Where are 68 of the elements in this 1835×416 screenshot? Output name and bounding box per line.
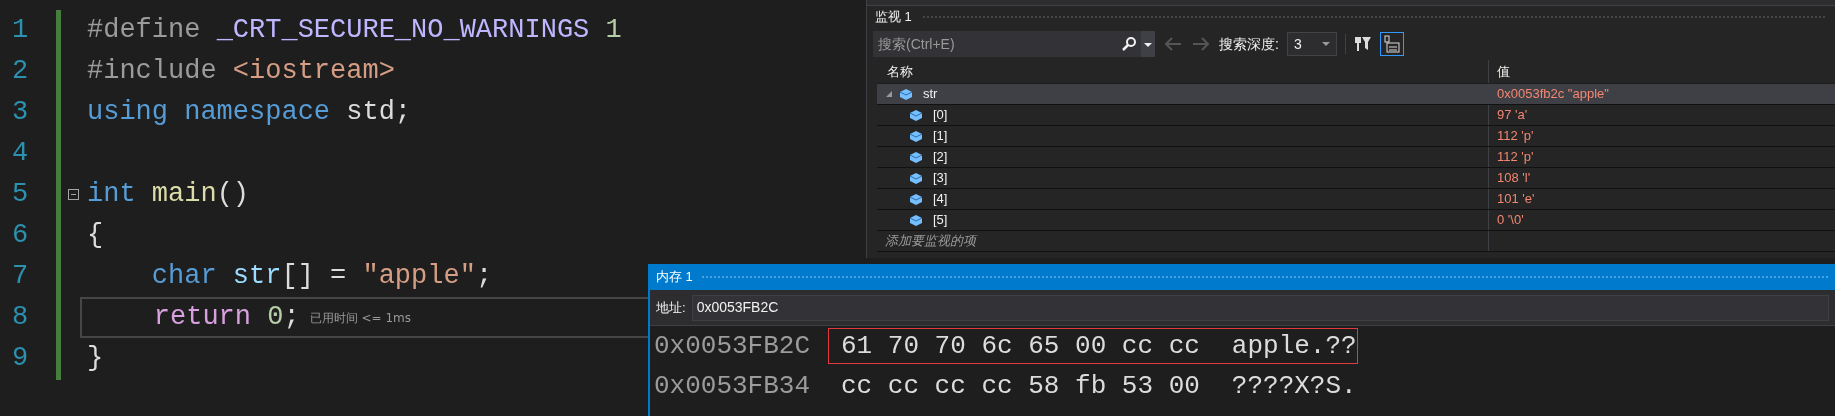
code-line: int main() (87, 178, 250, 212)
variable-name: [5] (933, 211, 948, 230)
cube-icon (909, 172, 923, 184)
line-number: 6 (10, 219, 30, 253)
add-watch-field[interactable]: 添加要监视的项 (877, 231, 1489, 251)
code-line: using namespace std; (87, 96, 412, 130)
memory-address: 0x0053FB2C (653, 329, 812, 363)
depth-label: 搜索深度: (1219, 34, 1279, 54)
depth-dropdown[interactable]: 3 (1286, 32, 1337, 56)
watch-row[interactable]: [0] 97 'a' (877, 105, 1835, 126)
code-line: #define _CRT_SECURE_NO_WARNINGS 1 (87, 14, 622, 48)
panel-title: 监视 1 (875, 8, 912, 27)
cube-icon (909, 130, 923, 142)
caret-icon[interactable] (1141, 31, 1155, 57)
elapsed-time-hint: 已用时间 <= 1ms (309, 309, 411, 327)
variable-value: 0 '\0' (1496, 211, 1525, 230)
variable-name: [2] (933, 148, 948, 167)
memory-text: ????X?S. (1231, 369, 1357, 403)
variable-name: [4] (933, 190, 948, 209)
line-number: 2 (10, 55, 30, 89)
address-field[interactable]: 0x0053FB2C (691, 294, 1829, 321)
variable-name: [0] (933, 106, 948, 125)
line-number: 5 (10, 178, 30, 212)
cube-icon (909, 109, 923, 121)
cube-icon (909, 193, 923, 205)
variable-value: 101 'e' (1496, 190, 1536, 209)
code-line: } (87, 342, 104, 376)
watch-row[interactable]: [4] 101 'e' (877, 189, 1835, 210)
search-icon[interactable] (1121, 36, 1137, 52)
code-line: return 0; (152, 301, 300, 335)
variable-value: 97 'a' (1496, 106, 1529, 125)
memory-address: 0x0053FB34 (653, 369, 812, 403)
line-number: 3 (10, 96, 30, 130)
format-toggle-icon[interactable] (1379, 32, 1404, 56)
variable-value: 112 'p' (1496, 127, 1535, 146)
variable-name: [3] (933, 169, 948, 188)
code-line: char str[] = "apple"; (150, 260, 493, 294)
variable-value: 112 'p' (1496, 148, 1535, 167)
watch-row[interactable]: [2] 112 'p' (877, 147, 1835, 168)
memory-text: apple.?? (1231, 329, 1357, 363)
panel-title: 内存 1 (656, 268, 693, 287)
variable-value: 108 'l' (1496, 169, 1532, 188)
variable-name: str (923, 85, 938, 104)
address-label: 地址: (656, 298, 686, 317)
pin-filter-icon[interactable] (1353, 35, 1372, 53)
watch-row[interactable]: [1] 112 'p' (877, 126, 1835, 147)
caret-icon[interactable] (1321, 42, 1330, 46)
line-number: 7 (10, 260, 30, 294)
variable-name: [1] (933, 127, 948, 146)
line-number: 9 (10, 342, 30, 376)
cube-icon (909, 151, 923, 163)
collapse-icon[interactable] (68, 189, 79, 200)
watch-row[interactable]: str 0x0053fb2c "apple" (877, 84, 1835, 105)
code-line: { (87, 219, 104, 253)
cube-icon (899, 88, 913, 100)
column-header[interactable]: 名称 (877, 60, 1489, 83)
line-number: 8 (10, 301, 30, 335)
variable-value: 0x0053fb2c "apple" (1496, 85, 1610, 104)
watch-row[interactable]: [3] 108 'l' (877, 168, 1835, 189)
column-header[interactable]: 值 (1489, 60, 1835, 83)
cube-icon (909, 214, 923, 226)
line-number: 4 (10, 137, 30, 171)
code-line: #include <iostream> (87, 55, 395, 89)
memory-bytes: 61 70 70 6c 65 00 cc cc (841, 329, 1200, 363)
line-number: 1 (10, 14, 30, 48)
watch-row[interactable]: [5] 0 '\0' (877, 210, 1835, 231)
memory-bytes: cc cc cc cc 58 fb 53 00 (841, 369, 1200, 403)
expanded-arrow-icon[interactable] (885, 90, 893, 98)
